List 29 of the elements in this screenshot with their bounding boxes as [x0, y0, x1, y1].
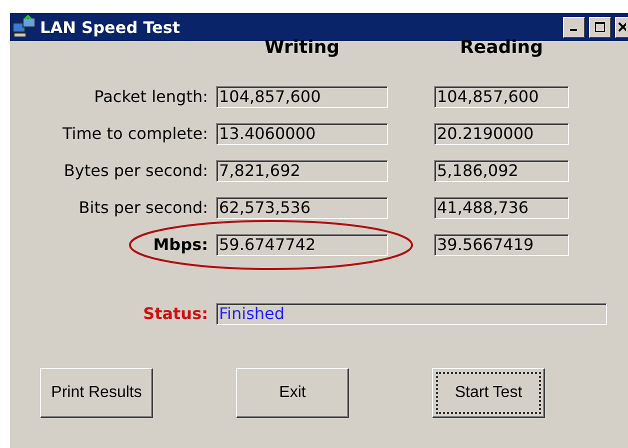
window-title: LAN Speed Test	[40, 18, 182, 36]
maximize-icon	[595, 22, 605, 32]
writing-value-field: 62,573,536	[216, 196, 388, 218]
minimize-button[interactable]	[563, 16, 585, 38]
maximize-button[interactable]	[589, 16, 611, 38]
field-label: Bits per second:	[78, 198, 208, 217]
close-icon	[618, 22, 626, 32]
field-label: Mbps:	[153, 235, 208, 254]
reading-value-field: 39.5667419	[434, 234, 569, 256]
writing-value-field: 59.6747742	[216, 234, 388, 256]
status-field: Finished	[216, 302, 607, 324]
field-label: Packet length:	[94, 87, 208, 106]
column-header: Reading	[459, 37, 544, 58]
writing-value-field: 13.4060000	[216, 122, 388, 144]
writing-value-field: 104,857,600	[216, 86, 388, 108]
reading-value-field: 41,488,736	[434, 196, 569, 218]
exit-button[interactable]: Exit	[236, 368, 349, 418]
writing-value-field: 7,821,692	[216, 160, 388, 182]
network-computers-icon	[12, 15, 38, 39]
field-label: Time to complete:	[62, 124, 208, 143]
reading-value-field: 5,186,092	[434, 160, 569, 182]
status-label: Status:	[143, 304, 208, 323]
close-button[interactable]	[615, 16, 628, 38]
reading-value-field: 20.2190000	[434, 122, 569, 144]
field-label: Bytes per second:	[64, 161, 208, 180]
reading-value-field: 104,857,600	[434, 86, 569, 108]
print-results-button[interactable]: Print Results	[40, 368, 153, 418]
start-test-button[interactable]: Start Test	[432, 368, 545, 418]
column-header: Writing	[263, 37, 341, 58]
